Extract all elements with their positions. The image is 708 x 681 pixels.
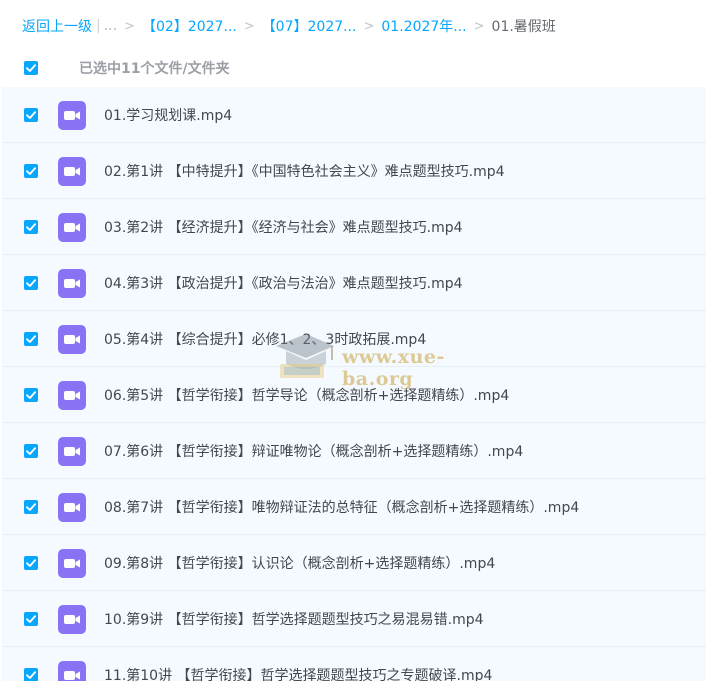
breadcrumb-ellipsis[interactable]: ... [104,18,117,34]
video-camera-icon [64,615,80,624]
breadcrumb-crumb-1[interactable]: 【02】2027... [142,16,237,36]
file-name[interactable]: 07.第6讲 【哲学衔接】辩证唯物论（概念剖析+选择题精练）.mp4 [104,441,523,461]
file-name[interactable]: 04.第3讲 【政治提升】《政治与法治》难点题型技巧.mp4 [104,273,463,293]
selection-count-label: 已选中11个文件/文件夹 [79,61,230,77]
video-camera-icon [64,335,80,344]
video-file-icon [58,493,86,522]
video-camera-icon [64,279,80,288]
row-checkbox[interactable] [24,556,38,570]
video-camera-icon [64,503,80,512]
file-name[interactable]: 01.学习规划课.mp4 [104,105,232,125]
check-icon [26,615,36,623]
check-icon [26,503,36,511]
video-file-icon [58,269,86,298]
row-checkbox[interactable] [24,220,38,234]
file-name[interactable]: 06.第5讲 【哲学衔接】哲学导论（概念剖析+选择题精练）.mp4 [104,385,509,405]
breadcrumb-crumb-3[interactable]: 01.2027年... [381,16,466,36]
file-row[interactable]: 02.第1讲 【中特提升】《中国特色社会主义》难点题型技巧.mp4 [2,143,706,199]
file-row[interactable]: 03.第2讲 【经济提升】《经济与社会》难点题型技巧.mp4 [2,199,706,255]
breadcrumb-divider: | [96,18,101,34]
check-icon [26,391,36,399]
video-camera-icon [64,391,80,400]
breadcrumb-current: 01.暑假班 [491,19,556,35]
file-name[interactable]: 03.第2讲 【经济提升】《经济与社会》难点题型技巧.mp4 [104,217,463,237]
select-all-checkbox[interactable] [24,61,38,75]
check-icon [26,64,36,72]
check-icon [26,671,36,679]
check-icon [26,223,36,231]
back-link[interactable]: 返回上一级 [22,16,92,36]
file-name[interactable]: 10.第9讲 【哲学衔接】哲学选择题题型技巧之易混易错.mp4 [104,609,484,629]
video-camera-icon [64,111,80,120]
video-file-icon [58,605,86,634]
row-checkbox[interactable] [24,668,38,681]
breadcrumb: 返回上一级 | ... > 【02】2027... > 【07】2027... … [22,14,556,38]
file-row[interactable]: 08.第7讲 【哲学衔接】唯物辩证法的总特征（概念剖析+选择题精练）.mp4 [2,479,706,535]
selection-header: 已选中11个文件/文件夹 [0,50,708,86]
breadcrumb-crumb-2[interactable]: 【07】2027... [262,16,357,36]
file-name[interactable]: 05.第4讲 【综合提升】必修1、2、3时政拓展.mp4 [104,329,426,349]
breadcrumb-separator: > [124,18,135,34]
video-file-icon [58,549,86,578]
check-icon [26,279,36,287]
file-row[interactable]: 10.第9讲 【哲学衔接】哲学选择题题型技巧之易混易错.mp4 [2,591,706,647]
row-checkbox[interactable] [24,332,38,346]
file-name[interactable]: 08.第7讲 【哲学衔接】唯物辩证法的总特征（概念剖析+选择题精练）.mp4 [104,497,579,517]
video-file-icon [58,101,86,130]
file-browser: 返回上一级 | ... > 【02】2027... > 【07】2027... … [0,0,708,681]
file-row[interactable]: 09.第8讲 【哲学衔接】认识论（概念剖析+选择题精练）.mp4 [2,535,706,591]
check-icon [26,447,36,455]
file-list: 01.学习规划课.mp4 02.第1讲 【中特提升】《中国特色社会主义》难点题型技… [2,87,706,681]
video-camera-icon [64,223,80,232]
breadcrumb-separator: > [473,18,485,34]
row-checkbox[interactable] [24,612,38,626]
file-row[interactable]: 04.第3讲 【政治提升】《政治与法治》难点题型技巧.mp4 [2,255,706,311]
check-icon [26,559,36,567]
file-name[interactable]: 11.第10讲 【哲学衔接】哲学选择题题型技巧之专题破译.mp4 [104,665,492,681]
video-camera-icon [64,671,80,680]
file-name[interactable]: 09.第8讲 【哲学衔接】认识论（概念剖析+选择题精练）.mp4 [104,553,495,573]
file-row[interactable]: 05.第4讲 【综合提升】必修1、2、3时政拓展.mp4 [2,311,706,367]
row-checkbox[interactable] [24,444,38,458]
video-file-icon [58,325,86,354]
video-camera-icon [64,167,80,176]
row-checkbox[interactable] [24,388,38,402]
row-checkbox[interactable] [24,108,38,122]
video-file-icon [58,213,86,242]
video-file-icon [58,157,86,186]
row-checkbox[interactable] [24,164,38,178]
video-file-icon [58,661,86,681]
file-name[interactable]: 02.第1讲 【中特提升】《中国特色社会主义》难点题型技巧.mp4 [104,161,505,181]
file-row[interactable]: 11.第10讲 【哲学衔接】哲学选择题题型技巧之专题破译.mp4 [2,647,706,681]
check-icon [26,335,36,343]
file-row[interactable]: 07.第6讲 【哲学衔接】辩证唯物论（概念剖析+选择题精练）.mp4 [2,423,706,479]
file-row[interactable]: 06.第5讲 【哲学衔接】哲学导论（概念剖析+选择题精练）.mp4 [2,367,706,423]
breadcrumb-separator: > [243,18,255,34]
check-icon [26,111,36,119]
file-row[interactable]: 01.学习规划课.mp4 [2,87,706,143]
video-file-icon [58,381,86,410]
check-icon [26,167,36,175]
breadcrumb-separator: > [363,18,375,34]
video-file-icon [58,437,86,466]
video-camera-icon [64,447,80,456]
row-checkbox[interactable] [24,276,38,290]
video-camera-icon [64,559,80,568]
row-checkbox[interactable] [24,500,38,514]
